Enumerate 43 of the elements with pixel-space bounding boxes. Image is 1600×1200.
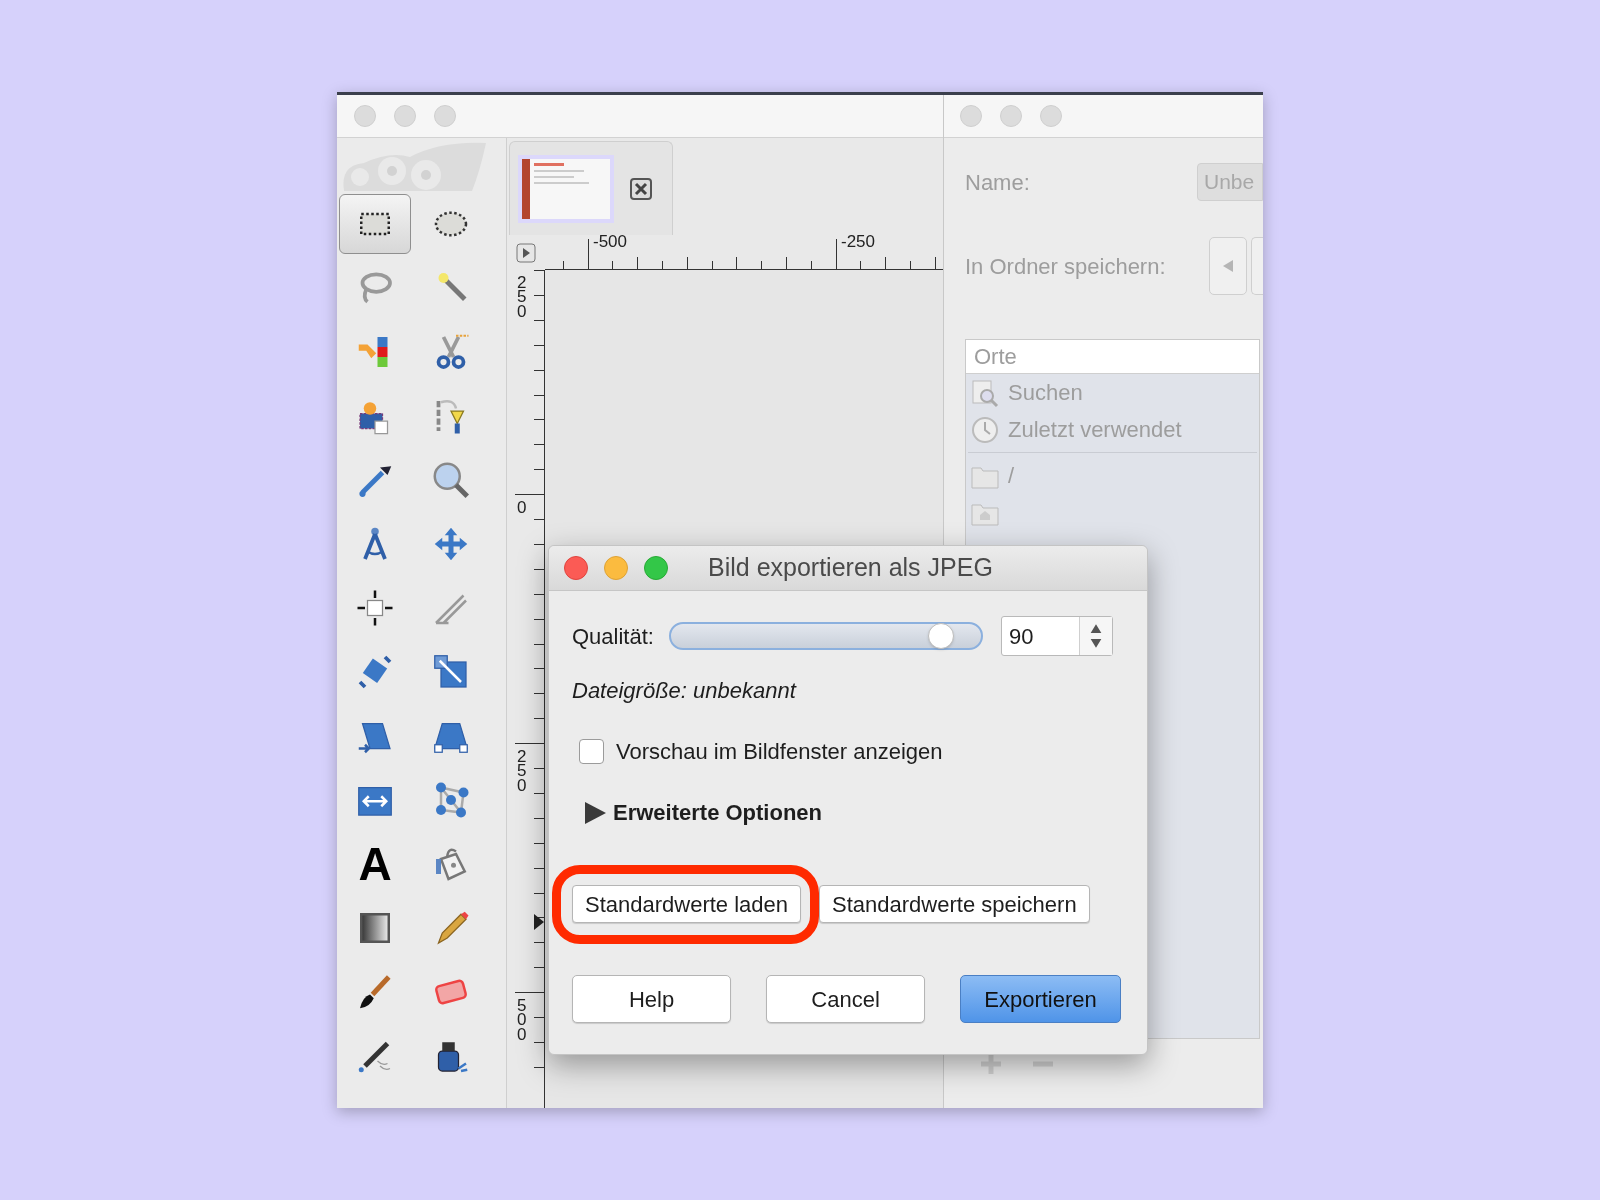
quality-value: 90: [1007, 622, 1035, 651]
left-arrow-icon: [1222, 259, 1234, 273]
align-icon: [355, 588, 395, 628]
tool-button[interactable]: A: [339, 834, 411, 894]
play-icon[interactable]: [516, 242, 536, 263]
quality-spin-field[interactable]: 90: [1000, 616, 1113, 656]
quality-label: Qualität:: [572, 622, 654, 651]
text-tool-glyph: A: [358, 841, 392, 887]
search-icon: [970, 377, 1000, 408]
save-defaults-button[interactable]: Standardwerte speichern: [819, 885, 1090, 923]
places-header: Orte: [966, 340, 1259, 374]
dialog-button[interactable]: Help: [572, 975, 731, 1023]
add-icon[interactable]: [979, 1052, 1003, 1076]
expander-triangle-icon: [584, 800, 607, 825]
zoom-window-button[interactable]: [644, 556, 668, 580]
dialog-button[interactable]: Cancel: [766, 975, 926, 1023]
pointer-marker-icon: [534, 914, 544, 930]
quality-slider[interactable]: [668, 622, 983, 650]
search-icon: [431, 460, 471, 500]
slider-thumb[interactable]: [927, 623, 954, 649]
close-window-button[interactable]: [564, 556, 588, 580]
dialog-button[interactable]: Exportieren: [960, 975, 1121, 1023]
preview-checkbox-label[interactable]: Vorschau im Bildfenster anzeigen: [616, 735, 943, 768]
close-icon[interactable]: [630, 177, 652, 200]
dialog-title: Bild exportieren als JPEG: [708, 552, 993, 584]
file-size-text: Dateigröße: unbekannt: [572, 677, 796, 705]
advanced-options-expander[interactable]: Erweiterte Optionen: [572, 796, 823, 829]
ruler-label: 250: [517, 276, 528, 320]
ruler-label: 0: [517, 501, 528, 516]
ruler-label: -500: [593, 235, 628, 250]
ruler-label: -250: [841, 235, 876, 250]
name-label: Name:: [965, 168, 1030, 197]
tool-button[interactable]: [339, 194, 411, 254]
folder-label: In Ordner speichern:: [965, 252, 1166, 281]
back-button[interactable]: [1209, 237, 1247, 295]
spin-arrows-icon[interactable]: [1078, 617, 1112, 655]
image-tab[interactable]: [509, 141, 673, 235]
preview-checkbox[interactable]: [579, 739, 604, 764]
minimize-window-button[interactable]: [604, 556, 628, 580]
ruler-label: 500: [517, 999, 528, 1043]
clock-icon: [970, 414, 1000, 445]
load-defaults-button[interactable]: Standardwerte laden: [572, 885, 802, 923]
ruler-label: 250: [517, 750, 528, 794]
